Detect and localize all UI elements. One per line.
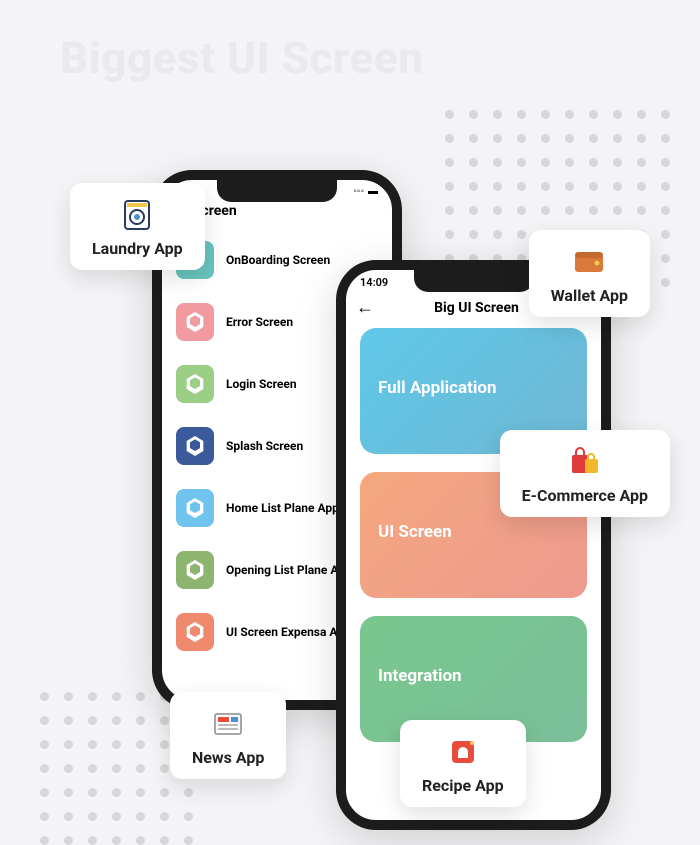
wallet-icon: [571, 244, 607, 280]
chef-hat-icon: [445, 734, 481, 770]
hexagon-icon: [176, 551, 214, 589]
list-item-label: Opening List Plane App: [226, 563, 352, 577]
tag-label: Recipe App: [422, 776, 504, 795]
status-icons: ◦◦◦ ▬: [353, 186, 378, 197]
list-item-label: Splash Screen: [226, 439, 303, 453]
hexagon-icon: [176, 365, 214, 403]
tag-news-app[interactable]: News App: [170, 692, 286, 779]
hexagon-icon: [176, 303, 214, 341]
category-cards: Full Application UI Screen Integration: [346, 318, 601, 752]
battery-icon: ▬: [368, 186, 378, 197]
hexagon-icon: [176, 613, 214, 651]
tag-recipe-app[interactable]: Recipe App: [400, 720, 526, 807]
back-arrow-icon[interactable]: ←: [356, 297, 374, 318]
hexagon-icon: [176, 489, 214, 527]
washer-icon: [119, 197, 155, 233]
list-item-label: Home List Plane App: [226, 501, 339, 515]
wifi-icon: ◦◦◦: [353, 186, 364, 197]
tag-wallet-app[interactable]: Wallet App: [529, 230, 650, 317]
tag-label: News App: [192, 748, 264, 767]
shopping-bags-icon: [567, 444, 603, 480]
list-item-label: Login Screen: [226, 377, 297, 391]
hexagon-icon: [176, 427, 214, 465]
list-item-label: OnBoarding Screen: [226, 253, 330, 267]
tag-label: Laundry App: [92, 239, 183, 258]
phone-notch: [414, 270, 534, 292]
tag-ecommerce-app[interactable]: E-Commerce App: [500, 430, 670, 517]
newspaper-icon: [210, 706, 246, 742]
card-label: Integration: [378, 666, 462, 686]
list-item-label: Error Screen: [226, 315, 293, 329]
phone-notch: [217, 180, 337, 202]
status-time: 14:09: [360, 276, 388, 289]
list-item-label: UI Screen Expensa App: [226, 625, 351, 639]
card-label: UI Screen: [378, 522, 452, 542]
tag-label: Wallet App: [551, 286, 628, 305]
background-title: Biggest UI Screen: [60, 32, 423, 84]
tag-laundry-app[interactable]: Laundry App: [70, 183, 205, 270]
card-label: Full Application: [378, 378, 497, 398]
tag-label: E-Commerce App: [522, 486, 648, 505]
